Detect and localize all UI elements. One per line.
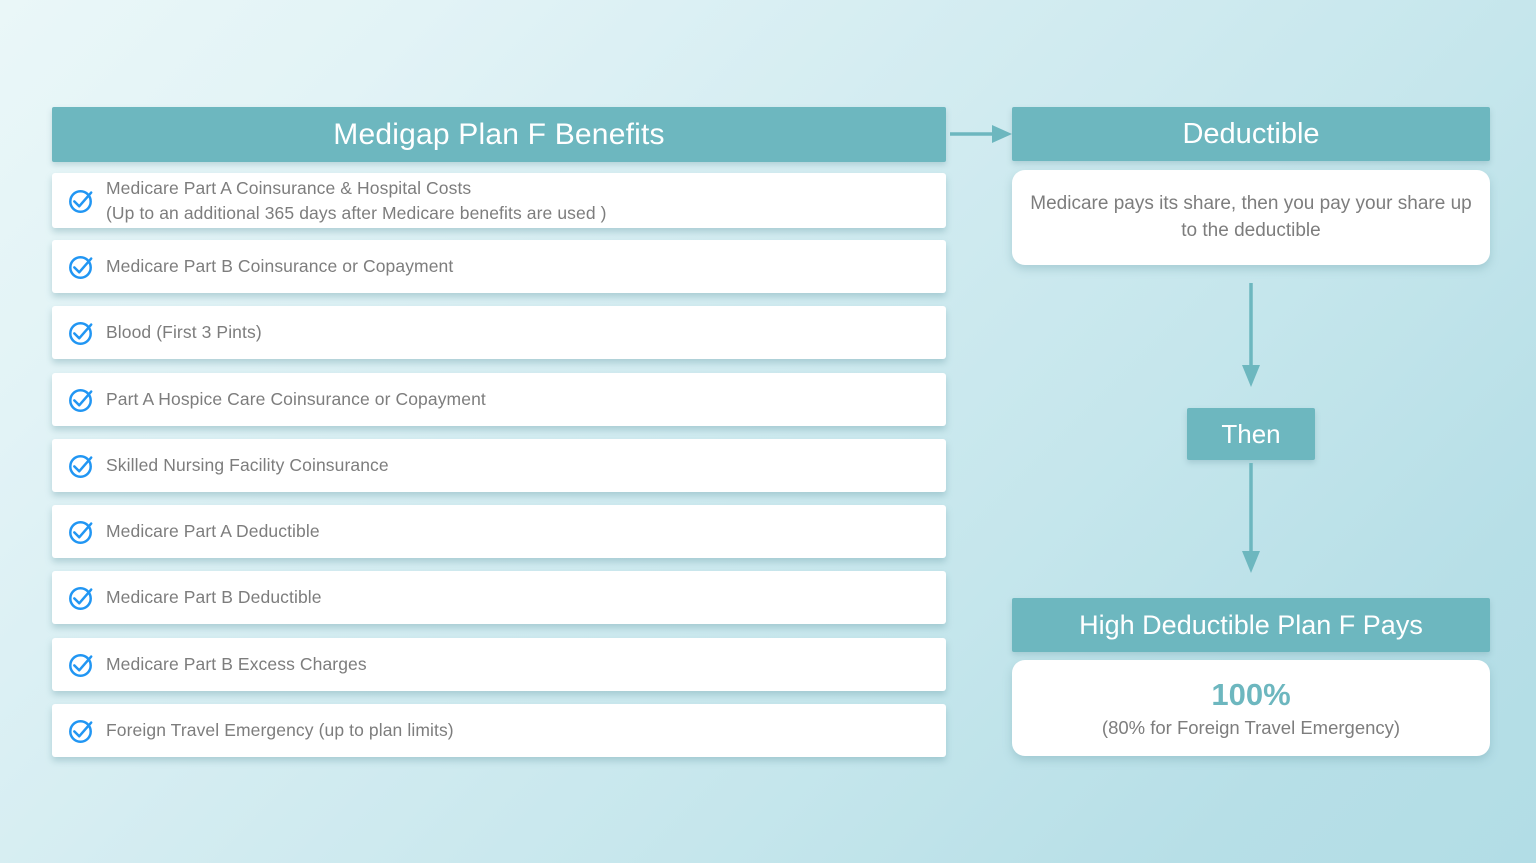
benefit-row: Skilled Nursing Facility Coinsurance <box>52 439 946 492</box>
then-label: Then <box>1221 418 1281 449</box>
benefit-row: Medicare Part A Coinsurance & Hospital C… <box>52 173 946 228</box>
benefit-row: Blood (First 3 Pints) <box>52 306 946 359</box>
then-badge: Then <box>1187 408 1315 460</box>
benefit-label: Part A Hospice Care Coinsurance or Copay… <box>106 387 486 412</box>
left-header-label: Medigap Plan F Benefits <box>333 117 665 151</box>
deductible-description-card: Medicare pays its share, then you pay yo… <box>1012 170 1490 265</box>
benefit-label-primary: Medicare Part A Coinsurance & Hospital C… <box>106 177 472 198</box>
left-column-header: Medigap Plan F Benefits <box>52 107 946 162</box>
benefit-label-primary: Blood (First 3 Pints) <box>106 322 262 343</box>
benefit-label: Medicare Part B Excess Charges <box>106 652 367 677</box>
check-circle-icon <box>66 517 96 547</box>
benefit-label: Medicare Part A Deductible <box>106 519 320 544</box>
benefit-label-secondary: (Up to an additional 365 days after Medi… <box>106 202 607 223</box>
benefit-label: Blood (First 3 Pints) <box>106 320 262 345</box>
arrow-right-icon <box>950 118 1012 150</box>
check-circle-icon <box>66 583 96 613</box>
deductible-description-text: Medicare pays its share, then you pay yo… <box>1030 193 1472 241</box>
benefit-label-primary: Medicare Part B Deductible <box>106 587 322 608</box>
benefit-label-primary: Medicare Part A Deductible <box>106 521 320 542</box>
benefit-label-primary: Part A Hospice Care Coinsurance or Copay… <box>106 389 486 410</box>
pays-percent-value: 100% <box>1211 677 1291 713</box>
pays-percent-note: (80% for Foreign Travel Emergency) <box>1101 716 1401 738</box>
benefit-label-primary: Skilled Nursing Facility Coinsurance <box>106 455 389 476</box>
pays-amount-card: 100% (80% for Foreign Travel Emergency) <box>1012 660 1490 756</box>
benefit-label: Skilled Nursing Facility Coinsurance <box>106 453 389 478</box>
deductible-header-label: Deductible <box>1182 117 1320 150</box>
high-deductible-pays-header: High Deductible Plan F Pays <box>1012 598 1490 652</box>
benefit-label-primary: Medicare Part B Coinsurance or Copayment <box>106 256 454 277</box>
deductible-header: Deductible <box>1012 107 1490 161</box>
benefit-row: Medicare Part A Deductible <box>52 505 946 558</box>
check-circle-icon <box>66 650 96 680</box>
benefit-row: Part A Hospice Care Coinsurance or Copay… <box>52 373 946 426</box>
check-circle-icon <box>66 385 96 415</box>
arrow-down-icon-bottom <box>1235 463 1267 573</box>
check-circle-icon <box>66 252 96 282</box>
check-circle-icon <box>66 451 96 481</box>
benefit-row: Medicare Part B Coinsurance or Copayment <box>52 240 946 293</box>
infographic-canvas: Medigap Plan F Benefits Medicare Part A … <box>0 0 1536 863</box>
check-circle-icon <box>66 186 96 216</box>
benefit-label: Medicare Part B Coinsurance or Copayment <box>106 254 453 279</box>
check-circle-icon <box>66 716 96 746</box>
benefit-label: Foreign Travel Emergency (up to plan lim… <box>106 718 454 743</box>
high-deductible-pays-label: High Deductible Plan F Pays <box>1079 609 1423 640</box>
benefit-label: Medicare Part A Coinsurance & Hospital C… <box>106 176 607 226</box>
benefit-label-primary: Medicare Part B Excess Charges <box>106 654 367 675</box>
benefit-label-primary: Foreign Travel Emergency (up to plan lim… <box>106 720 454 741</box>
check-circle-icon <box>66 318 96 348</box>
benefit-label: Medicare Part B Deductible <box>106 585 322 610</box>
benefit-row: Medicare Part B Excess Charges <box>52 638 946 691</box>
benefit-row: Medicare Part B Deductible <box>52 571 946 624</box>
arrow-down-icon-top <box>1235 283 1267 387</box>
benefit-row: Foreign Travel Emergency (up to plan lim… <box>52 704 946 757</box>
